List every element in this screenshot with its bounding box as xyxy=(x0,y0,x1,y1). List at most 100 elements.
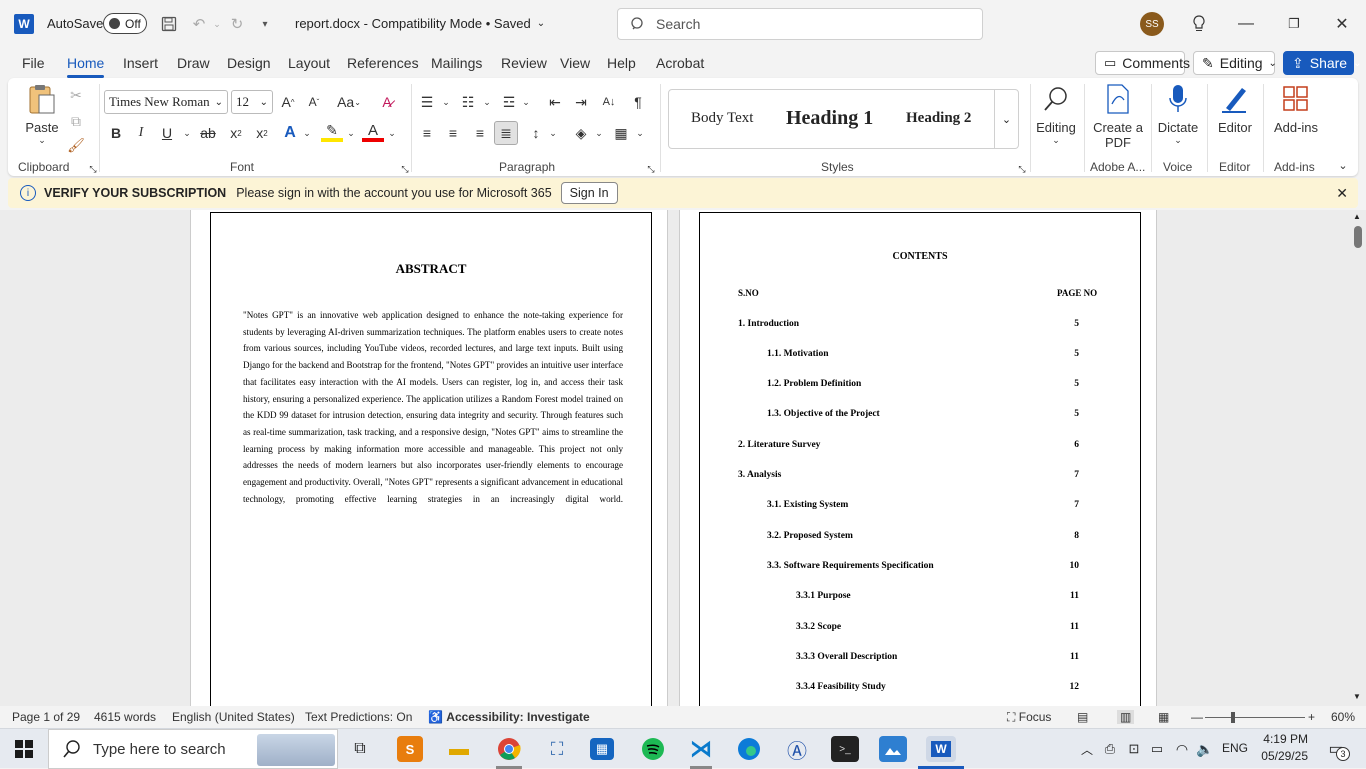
clock-time[interactable]: 4:19 PM xyxy=(1258,732,1308,746)
zoom-in-icon[interactable]: + xyxy=(1308,710,1315,724)
tab-insert[interactable]: Insert xyxy=(123,55,158,71)
comments-button[interactable]: ▭ Comments xyxy=(1095,51,1190,75)
strikethrough-icon[interactable]: ab xyxy=(197,122,219,144)
copy-icon[interactable]: ⧉ xyxy=(65,110,87,132)
lightbulb-icon[interactable] xyxy=(1184,12,1214,36)
clipboard-launcher-icon[interactable]: ⤡ xyxy=(82,158,104,180)
subscript-icon[interactable]: x2 xyxy=(225,122,247,144)
focus-button[interactable]: ⛶ Focus xyxy=(1007,710,1051,725)
autosave-toggle[interactable]: Off xyxy=(103,13,147,34)
task-view-icon[interactable]: ⧉ xyxy=(346,736,374,762)
tab-acrobat[interactable]: Acrobat xyxy=(656,55,704,71)
vertical-scrollbar[interactable]: ▲ ▼ xyxy=(1350,210,1364,706)
tab-help[interactable]: Help xyxy=(607,55,636,71)
search-box[interactable]: Search xyxy=(617,8,983,40)
zoom-slider[interactable] xyxy=(1205,712,1305,723)
line-spacing-dropdown-icon[interactable]: ⌄ xyxy=(542,122,564,144)
collapse-ribbon-icon[interactable]: ⌄ xyxy=(1332,154,1354,176)
tab-mailings[interactable]: Mailings xyxy=(431,55,482,71)
chrome-icon[interactable] xyxy=(495,736,523,762)
editing-button[interactable]: Editing ⌄ xyxy=(1036,82,1076,146)
align-center-icon[interactable]: ≡ xyxy=(442,122,464,144)
dictate-button[interactable]: Dictate ⌄ xyxy=(1156,82,1200,146)
decrease-indent-icon[interactable]: ⇤ xyxy=(544,91,566,113)
vscode-icon[interactable]: ⋊ xyxy=(687,736,715,762)
zoom-level[interactable]: 60% xyxy=(1331,710,1355,724)
edge-icon[interactable] xyxy=(735,736,763,762)
font-launcher-icon[interactable]: ⤡ xyxy=(394,158,416,180)
underline-icon[interactable]: U xyxy=(156,122,178,144)
italic-icon[interactable]: I xyxy=(130,122,152,144)
terminal-icon[interactable]: >_ xyxy=(831,736,859,762)
input-language[interactable]: ENG xyxy=(1222,741,1248,755)
paste-button[interactable]: Paste ⌄ xyxy=(22,82,62,146)
volume-icon[interactable]: 🔈 xyxy=(1191,736,1219,762)
borders-dropdown-icon[interactable]: ⌄ xyxy=(629,122,651,144)
page-1[interactable]: ABSTRACT "Notes GPT" is an innovative we… xyxy=(190,210,668,712)
customize-toolbar-icon[interactable]: ▾ xyxy=(254,13,276,35)
sublime-text-icon[interactable]: S xyxy=(397,736,423,762)
align-left-icon[interactable]: ≡ xyxy=(416,122,438,144)
microsoft-store-icon[interactable]: ▦ xyxy=(590,738,614,760)
avatar[interactable]: SS xyxy=(1140,12,1164,36)
redo-icon[interactable]: ↻ xyxy=(226,13,248,35)
grow-font-icon[interactable]: A ^ xyxy=(277,91,299,113)
style-body-text[interactable]: Body Text xyxy=(691,110,753,127)
sign-in-button[interactable]: Sign In xyxy=(560,182,618,204)
shading-dropdown-icon[interactable]: ⌄ xyxy=(588,122,610,144)
shrink-font-icon[interactable]: Aˇ xyxy=(303,91,325,113)
photos-icon[interactable] xyxy=(879,736,907,762)
page-count[interactable]: Page 1 of 29 xyxy=(12,710,80,724)
tab-view[interactable]: View xyxy=(560,55,590,71)
bullets-dropdown-icon[interactable]: ⌄ xyxy=(435,91,457,113)
text-predictions[interactable]: Text Predictions: On xyxy=(305,710,412,724)
restore-icon[interactable]: ❐ xyxy=(1279,12,1309,36)
highlight-dropdown-icon[interactable]: ⌄ xyxy=(340,122,362,144)
tab-file[interactable]: File xyxy=(22,55,45,71)
style-heading-1[interactable]: Heading 1 xyxy=(786,107,873,130)
zoom-out-icon[interactable]: — xyxy=(1191,710,1203,724)
web-layout-icon[interactable]: ▦ xyxy=(1158,710,1169,724)
close-icon[interactable]: ✕ xyxy=(1327,12,1357,36)
tab-draw[interactable]: Draw xyxy=(177,55,210,71)
font-size-select[interactable]: 12 ⌄ xyxy=(231,90,273,114)
word-taskbar-icon[interactable]: W xyxy=(926,736,956,762)
windows-start-icon[interactable] xyxy=(10,736,38,762)
accessibility-status[interactable]: ♿ Accessibility: Investigate xyxy=(428,710,590,724)
language-indicator[interactable]: English (United States) xyxy=(172,710,295,724)
tab-layout[interactable]: Layout xyxy=(288,55,330,71)
scroll-down-icon[interactable]: ▼ xyxy=(1353,692,1361,701)
page-2[interactable]: CONTENTS S.NO PAGE NO 1. Introduction 5 1.… xyxy=(679,210,1157,712)
scroll-up-icon[interactable]: ▲ xyxy=(1353,212,1361,221)
document-title[interactable]: report.docx - Compatibility Mode • Saved… xyxy=(295,16,545,31)
taskbar-search[interactable]: Type here to search xyxy=(48,729,338,769)
cut-icon[interactable]: ✂ xyxy=(65,84,87,106)
battery-icon[interactable]: ▭ xyxy=(1143,736,1171,762)
text-effects-dropdown-icon[interactable]: ⌄ xyxy=(296,122,318,144)
app-a-icon[interactable]: Ⓐ xyxy=(783,736,811,763)
paragraph-launcher-icon[interactable]: ⤡ xyxy=(640,158,662,180)
font-name-select[interactable]: Times New Roman ⌄ xyxy=(104,90,228,114)
editing-mode-button[interactable]: ✎ Editing ⌄ xyxy=(1193,51,1277,75)
close-icon[interactable]: ✕ xyxy=(1336,185,1348,202)
scroll-thumb[interactable] xyxy=(1354,226,1362,248)
editor-button[interactable]: Editor xyxy=(1213,82,1257,135)
font-color-dropdown-icon[interactable]: ⌄ xyxy=(381,122,403,144)
styles-more-icon[interactable]: ⌄ xyxy=(994,90,1018,148)
underline-dropdown-icon[interactable]: ⌄ xyxy=(176,122,198,144)
undo-dropdown-icon[interactable]: ⌄ xyxy=(206,13,228,35)
tab-review[interactable]: Review xyxy=(501,55,547,71)
clear-formatting-icon[interactable]: A̷ xyxy=(376,91,398,113)
network-app-icon[interactable]: ⛶ xyxy=(543,736,571,762)
addins-button[interactable]: Add-ins xyxy=(1270,82,1322,135)
sort-icon[interactable]: A↓ xyxy=(598,91,620,113)
read-mode-icon[interactable]: ▤ xyxy=(1077,710,1088,724)
format-painter-icon[interactable]: 🖌 xyxy=(65,134,87,156)
superscript-icon[interactable]: x2 xyxy=(251,122,273,144)
tab-home[interactable]: Home xyxy=(67,55,105,78)
clock-date[interactable]: 05/29/25 xyxy=(1258,749,1308,763)
align-right-icon[interactable]: ≡ xyxy=(469,122,491,144)
tab-references[interactable]: References xyxy=(347,55,419,71)
show-formatting-icon[interactable]: ¶ xyxy=(627,91,649,113)
numbering-dropdown-icon[interactable]: ⌄ xyxy=(476,91,498,113)
